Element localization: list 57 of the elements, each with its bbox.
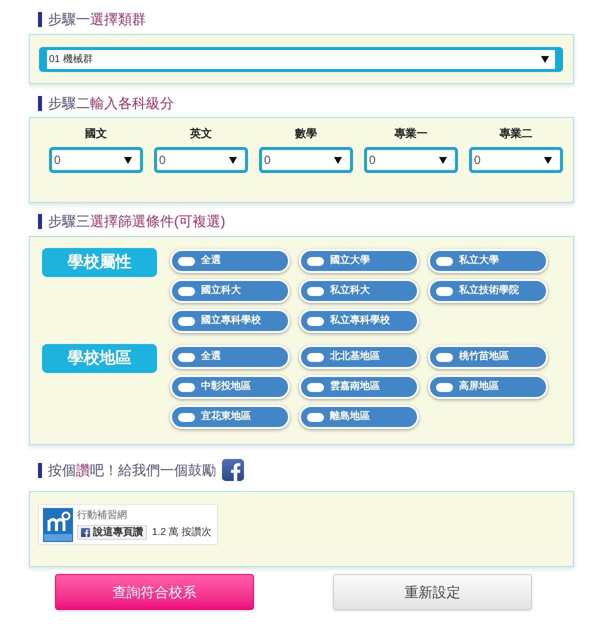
- subject-label: 國文: [85, 128, 107, 140]
- filter-option[interactable]: 中彰投地區: [170, 375, 290, 399]
- select-value: 0: [264, 153, 271, 167]
- score-select[interactable]: 0: [154, 147, 248, 173]
- group-label: 學校地區: [42, 344, 157, 373]
- filter-option[interactable]: 雲嘉南地區: [299, 375, 419, 399]
- filter-option[interactable]: 國立科大: [170, 279, 290, 303]
- page-name[interactable]: 行動補習網: [77, 510, 212, 522]
- caret-icon: [541, 56, 549, 63]
- score-select[interactable]: 0: [364, 147, 458, 173]
- filter-option[interactable]: 私立科大: [299, 279, 419, 303]
- filter-option[interactable]: 高屏地區: [428, 375, 548, 399]
- action-button[interactable]: 查詢符合校系: [55, 574, 254, 610]
- score-select[interactable]: 0: [259, 147, 353, 173]
- score-select[interactable]: 0: [49, 147, 143, 173]
- select-value: 0: [54, 153, 61, 167]
- like-button[interactable]: 說這專頁讚: [77, 525, 147, 540]
- heading-bar-icon: [38, 12, 42, 26]
- filter-option[interactable]: 離島地區: [299, 405, 419, 429]
- section-heading: 步驟二輸入各科級分: [48, 94, 174, 113]
- section-heading: 按個讚吧！給我們一個鼓勵: [48, 461, 216, 480]
- filter-option[interactable]: 宜花東地區: [170, 405, 290, 429]
- caret-icon: [544, 156, 552, 164]
- group-label: 學校屬性: [42, 248, 157, 277]
- subject-label: 專業一: [394, 128, 428, 140]
- filter-option[interactable]: 桃竹苗地區: [428, 345, 548, 369]
- action-button[interactable]: 重新設定: [333, 574, 532, 610]
- caret-icon: [334, 156, 342, 164]
- site-logo-icon: [43, 508, 73, 542]
- facebook-icon[interactable]: [222, 459, 244, 481]
- heading-bar-icon: [38, 214, 42, 228]
- filter-option[interactable]: 北北基地區: [299, 345, 419, 369]
- filter-option[interactable]: 私立技術學院: [428, 279, 548, 303]
- subject-label: 英文: [190, 128, 212, 140]
- caret-icon: [229, 156, 237, 164]
- filter-option[interactable]: 私立大學: [428, 249, 548, 273]
- select-value: 0: [159, 153, 166, 167]
- caret-icon: [439, 156, 447, 164]
- section-heading: 步驟一選擇類群: [48, 10, 146, 29]
- filter-option[interactable]: 全選: [170, 345, 290, 369]
- select-value: 01 機械群: [49, 54, 93, 66]
- subject-label: 數學: [295, 128, 317, 140]
- facebook-icon[interactable]: [81, 528, 90, 537]
- section-heading: 步驟三選擇篩選條件(可複選): [48, 212, 226, 231]
- subject-label: 專業二: [500, 128, 532, 140]
- filter-option[interactable]: 國立專科學校: [170, 309, 290, 333]
- select-field[interactable]: 01 機械群: [39, 47, 563, 72]
- like-count: 1.2 萬 按讚次: [152, 526, 212, 538]
- caret-icon: [124, 156, 132, 164]
- select-value: 0: [474, 153, 481, 167]
- heading-bar-icon: [38, 96, 42, 110]
- filter-option[interactable]: 私立專科學校: [299, 309, 419, 333]
- score-select[interactable]: 0: [469, 147, 563, 173]
- heading-bar-icon: [38, 462, 42, 478]
- select-value: 0: [369, 153, 376, 167]
- filter-option[interactable]: 國立大學: [299, 249, 419, 273]
- filter-option[interactable]: 全選: [170, 249, 290, 273]
